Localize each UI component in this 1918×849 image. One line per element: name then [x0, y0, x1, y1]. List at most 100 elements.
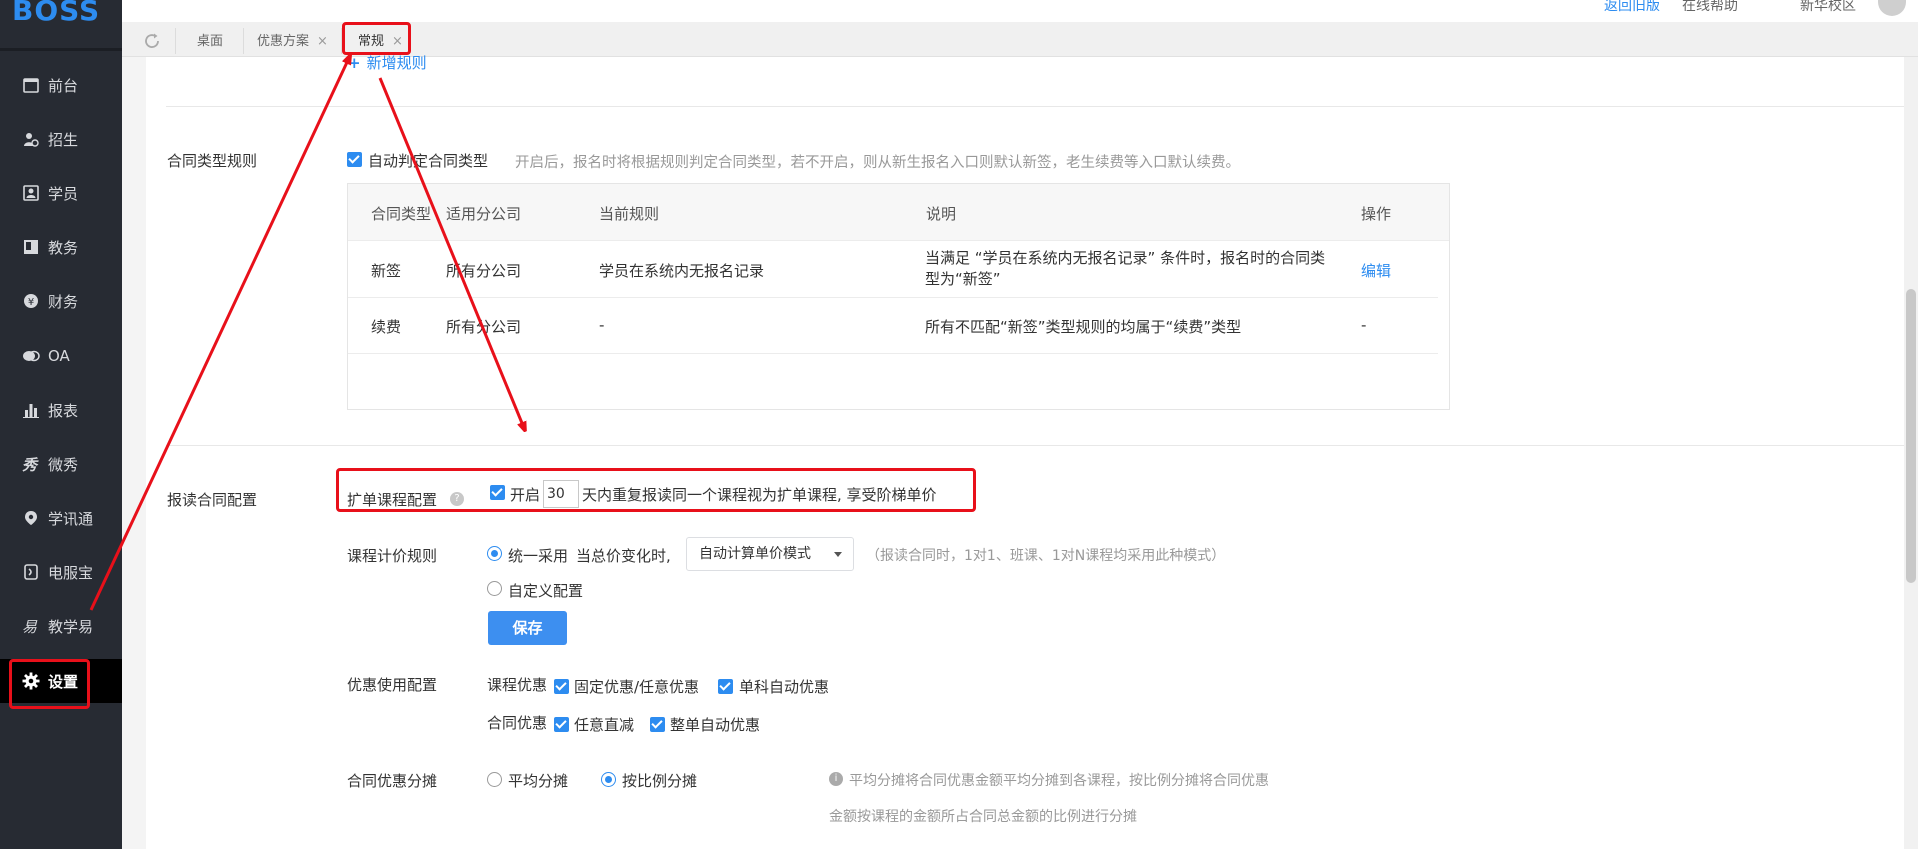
contract-type-label: 合同类型规则 — [167, 152, 258, 170]
split-average-radio[interactable] — [487, 772, 502, 787]
top-bar: 返回旧版 在线帮助 新华校区 — [122, 0, 1918, 22]
top-bar-right: 返回旧版 在线帮助 新华校区 — [1604, 0, 1906, 16]
split-hint-line1: 平均分摊将合同优惠金额平均分摊到各课程，按比例分摊将合同优惠 — [849, 773, 1269, 789]
contract-type-hint: 开启后，报名时将根据规则判定合同类型，若不开启，则从新生报名入口则默认新签，老生… — [515, 155, 1240, 171]
table-cell-rule: 学员在系统内无报名记录 — [599, 262, 765, 280]
tab-desktop[interactable]: 桌面 — [197, 22, 223, 57]
sidebar-item-label: 学讯通 — [48, 509, 94, 528]
pricing-rule-label: 课程计价规则 — [347, 547, 438, 565]
divider — [166, 445, 1904, 446]
edit-link[interactable]: 编辑 — [1361, 260, 1391, 281]
pricing-custom-label: 自定义配置 — [508, 582, 584, 600]
course-discount-label: 课程优惠 — [487, 676, 548, 694]
teaching-icon: 易 — [22, 617, 40, 635]
sidebar-item-label: 报表 — [48, 401, 79, 420]
sidebar-item-enrollment[interactable]: 招生 — [0, 117, 122, 161]
scrollbar-thumb[interactable] — [1906, 289, 1916, 583]
bar-chart-icon — [22, 401, 40, 419]
back-to-old-link[interactable]: 返回旧版 — [1604, 0, 1660, 15]
sidebar: BOSS校长 前台 招生 学员 教务 ¥ 财务 OA 报表 — [0, 0, 122, 849]
refresh-icon[interactable] — [140, 29, 164, 53]
fixed-discount-checkbox[interactable] — [554, 679, 569, 694]
svg-text:易: 易 — [22, 618, 38, 634]
fixed-discount-label: 固定优惠/任意优惠 — [574, 678, 700, 696]
table-cell-desc: 当满足 “学员在系统内无报名记录” 条件时，报名时的合同类 型为“新签” — [925, 249, 1326, 288]
main-content — [146, 57, 1904, 849]
app-logo: BOSS校长 — [12, 0, 108, 24]
divider — [166, 106, 1904, 107]
sidebar-item-academic[interactable]: 教务 — [0, 225, 122, 269]
table-header-cell: 合同类型 — [371, 205, 432, 223]
user-add-icon — [22, 130, 40, 148]
table-cell-desc: 所有不匹配“新签”类型规则的均属于“续费”类型 — [925, 318, 1242, 336]
auto-contract-type-label: 自动判定合同类型 — [368, 152, 489, 170]
service-icon — [22, 563, 40, 581]
sidebar-item-label: OA — [48, 347, 70, 365]
sidebar-item-students[interactable]: 学员 — [0, 171, 122, 215]
chevron-down-icon — [834, 552, 842, 557]
tab-discount-plans[interactable]: 优惠方案 × — [257, 22, 328, 57]
book-icon — [22, 238, 40, 256]
sidebar-item-finance[interactable]: ¥ 财务 — [0, 279, 122, 323]
pricing-custom-radio[interactable] — [487, 581, 502, 596]
sidebar-item-reports[interactable]: 报表 — [0, 388, 122, 432]
sidebar-item-label: 招生 — [48, 130, 79, 149]
table-header-cell: 操作 — [1361, 205, 1392, 223]
scrollbar[interactable] — [1904, 57, 1918, 849]
pricing-unified-label: 统一采用 — [508, 547, 569, 565]
split-proportional-radio[interactable] — [601, 772, 616, 787]
table-cell-branch: 所有分公司 — [446, 262, 522, 280]
direct-reduction-label: 任意直减 — [574, 716, 635, 734]
help-link[interactable]: 在线帮助 — [1682, 0, 1738, 15]
close-icon[interactable]: × — [317, 34, 328, 49]
direct-reduction-checkbox[interactable] — [554, 717, 569, 732]
whole-auto-discount-label: 整单自动优惠 — [670, 716, 761, 734]
campus-name[interactable]: 新华校区 — [1800, 0, 1856, 15]
pricing-mode-select[interactable]: 自动计算单价模式 — [686, 537, 854, 571]
micro-show-icon: 秀 — [22, 455, 40, 473]
sidebar-item-label: 教学易 — [48, 617, 94, 636]
sidebar-item-label: 前台 — [48, 76, 79, 95]
row-divider — [348, 353, 1438, 354]
add-rule-link[interactable]: + 新增规则 — [348, 52, 427, 73]
discount-config-label: 优惠使用配置 — [347, 676, 438, 694]
table-cell-type: 续费 — [371, 318, 402, 336]
plus-icon: + — [348, 54, 361, 72]
sidebar-item-jiaoxueyi[interactable]: 易 教学易 — [0, 604, 122, 648]
pricing-hint: （报读合同时，1对1、班课、1对N课程均采用此种模式） — [866, 548, 1226, 564]
auto-contract-type-checkbox[interactable] — [347, 152, 362, 167]
table-cell-type: 新签 — [371, 262, 402, 280]
pricing-unified-radio[interactable] — [487, 546, 502, 561]
sidebar-item-weixiu[interactable]: 秀 微秀 — [0, 442, 122, 486]
sidebar-divider — [0, 48, 122, 51]
single-auto-discount-checkbox[interactable] — [718, 679, 733, 694]
contract-discount-label: 合同优惠 — [487, 714, 548, 732]
sidebar-item-xuexuntong[interactable]: 学讯通 — [0, 496, 122, 540]
row-divider — [348, 297, 1438, 298]
table-cell-action: - — [1361, 316, 1367, 334]
split-average-label: 平均分摊 — [508, 772, 569, 790]
info-icon: i — [829, 772, 843, 786]
table-cell-rule: - — [599, 316, 605, 334]
sidebar-item-label: 电服宝 — [48, 563, 94, 582]
table-header-cell: 适用分公司 — [446, 205, 522, 223]
id-card-icon — [22, 184, 40, 202]
contract-config-label: 报读合同配置 — [167, 491, 258, 509]
location-icon — [22, 509, 40, 527]
yen-icon: ¥ — [22, 292, 40, 310]
table-cell-branch: 所有分公司 — [446, 318, 522, 336]
svg-text:秀: 秀 — [22, 456, 39, 472]
annotation-box-settings — [9, 659, 90, 709]
sidebar-item-label: 微秀 — [48, 455, 79, 474]
sidebar-item-oa[interactable]: OA — [0, 334, 122, 378]
discount-split-label: 合同优惠分摊 — [347, 772, 438, 790]
chat-bubbles-icon — [22, 347, 40, 365]
save-button[interactable]: 保存 — [488, 611, 567, 645]
sidebar-item-label: 财务 — [48, 292, 79, 311]
sidebar-item-front-desk[interactable]: 前台 — [0, 63, 122, 107]
tab-separator — [243, 28, 244, 54]
avatar[interactable] — [1878, 0, 1906, 16]
whole-auto-discount-checkbox[interactable] — [650, 717, 665, 732]
sidebar-item-dianfubao[interactable]: 电服宝 — [0, 550, 122, 594]
split-proportional-label: 按比例分摊 — [622, 772, 698, 790]
